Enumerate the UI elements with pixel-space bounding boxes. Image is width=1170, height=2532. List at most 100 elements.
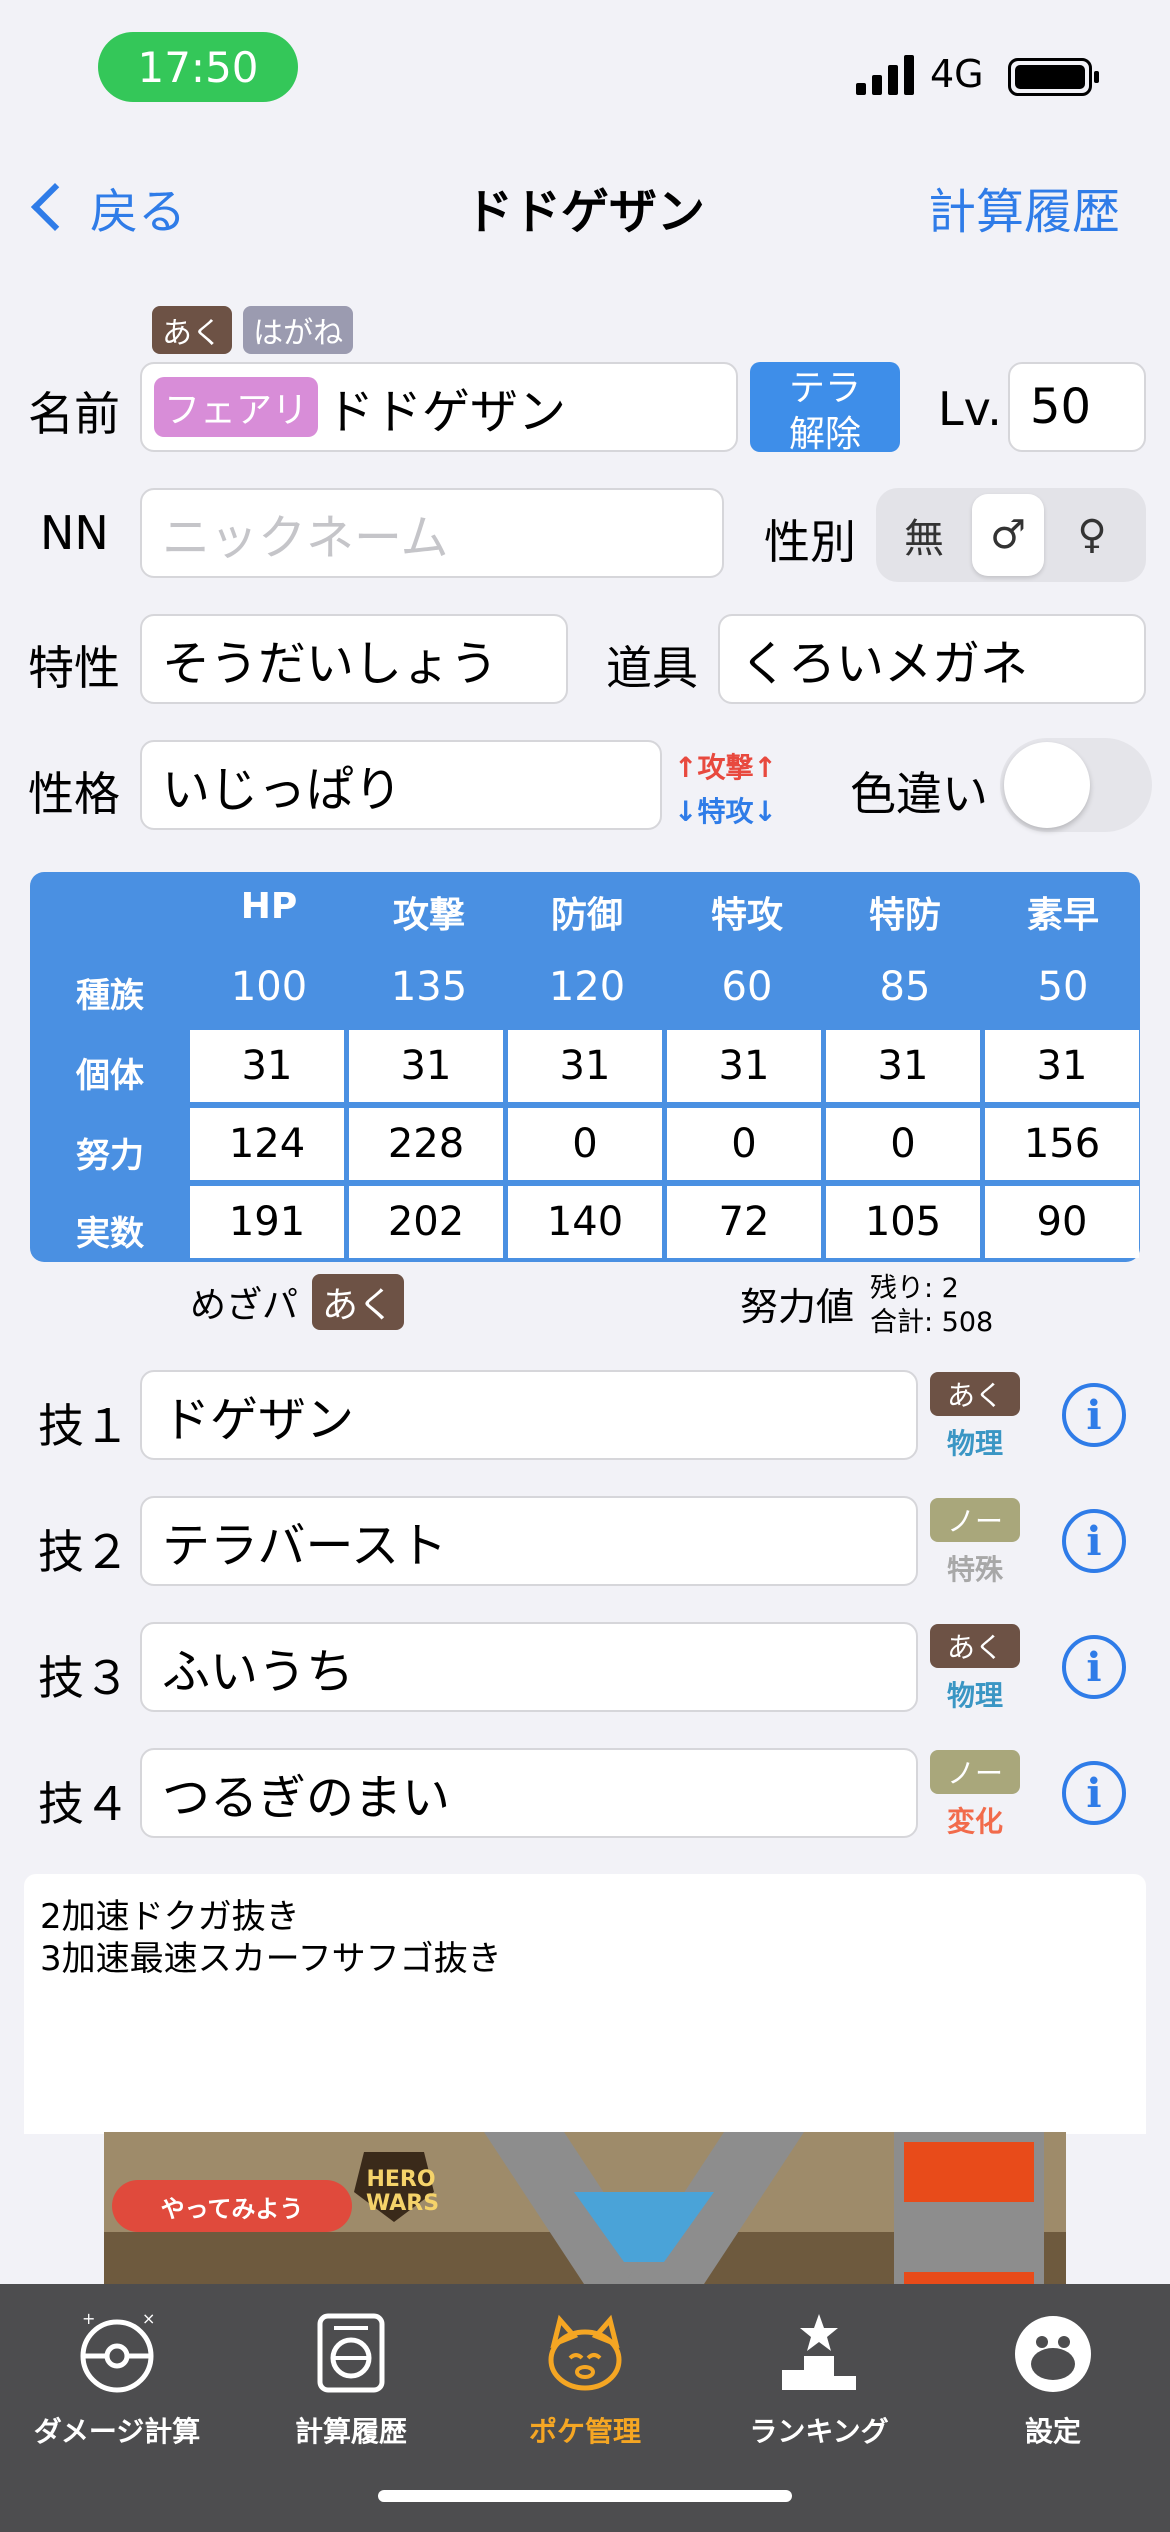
tera-button-line1: テラ <box>788 368 861 409</box>
stat-header-spe: 素早 <box>1026 895 1099 936</box>
ev-spa[interactable]: 0 <box>667 1108 821 1180</box>
tab-poke-manage[interactable]: ポケ管理 <box>468 2284 702 2450</box>
gender-none[interactable]: 無 <box>888 494 960 576</box>
gender-male[interactable]: ♂ <box>972 494 1044 576</box>
ad-logo-top: HERO <box>366 2167 436 2192</box>
row-label-iv: 個体 <box>76 1056 144 1096</box>
move-2-label: 技２ <box>38 1525 130 1579</box>
network-label: 4G <box>930 52 984 96</box>
tera-button-line2: 解除 <box>788 414 861 455</box>
hidden-power-label: めざパ <box>190 1285 299 1326</box>
move-1-category: 物理 <box>946 1427 1003 1460</box>
move-3-info-icon[interactable]: i <box>1062 1635 1126 1699</box>
name-value: ドドゲザン <box>326 384 567 440</box>
level-field[interactable]: 50 <box>1008 362 1146 452</box>
settings-icon <box>1015 2316 1091 2392</box>
gender-female[interactable]: ♀ <box>1056 494 1128 576</box>
shiny-toggle[interactable] <box>1000 738 1152 832</box>
iv-def[interactable]: 31 <box>508 1030 662 1102</box>
nature-label: 性格 <box>28 767 120 821</box>
ad-banner[interactable]: やってみよう HERO WARS <box>104 2132 1066 2284</box>
move-2-category: 特殊 <box>946 1553 1003 1586</box>
base-hp: 100 <box>230 964 308 1010</box>
history-button[interactable]: 計算履歴 <box>928 172 1120 242</box>
base-def: 120 <box>548 964 626 1010</box>
ev-def[interactable]: 0 <box>508 1108 662 1180</box>
row-label-ev: 努力 <box>76 1136 144 1176</box>
ev-atk[interactable]: 228 <box>349 1108 503 1180</box>
move-2-type-chip: ノー <box>930 1498 1020 1542</box>
stat-header-spd: 特防 <box>868 895 941 936</box>
actual-spe[interactable]: 90 <box>985 1186 1139 1258</box>
actual-spa[interactable]: 72 <box>667 1186 821 1258</box>
ability-field[interactable]: そうだいしょう <box>140 614 568 704</box>
move-1-field[interactable]: ドゲザン <box>140 1370 918 1460</box>
nickname-input[interactable]: ニックネーム <box>140 488 724 578</box>
tab-label-poke: ポケ管理 <box>528 2415 641 2448</box>
stat-header-atk: 攻撃 <box>392 895 465 936</box>
move-1-type-chip: あく <box>930 1372 1020 1416</box>
move-4-category: 変化 <box>946 1805 1003 1838</box>
ranking-icon <box>782 2314 856 2390</box>
ad-cta-button[interactable]: やってみよう <box>112 2180 352 2232</box>
history-icon <box>317 2313 385 2393</box>
actual-atk[interactable]: 202 <box>349 1186 503 1258</box>
move-2-info-icon[interactable]: i <box>1062 1509 1126 1573</box>
name-label: 名前 <box>28 387 120 441</box>
actual-def[interactable]: 140 <box>508 1186 662 1258</box>
move-4-info-icon[interactable]: i <box>1062 1761 1126 1825</box>
move-3-field[interactable]: ふいうち <box>140 1622 918 1712</box>
tera-release-button[interactable]: テラ 解除 <box>750 362 900 455</box>
move-3-label: 技３ <box>38 1651 130 1705</box>
type-chip-2: はがね <box>243 306 354 354</box>
tab-history[interactable]: 計算履歴 <box>234 2284 468 2450</box>
stat-header-spa: 特攻 <box>710 895 783 936</box>
move-2-field[interactable]: テラバースト <box>140 1496 918 1586</box>
calculator-ball-icon: + × <box>80 2309 155 2393</box>
item-label: 道具 <box>606 641 698 695</box>
item-field[interactable]: くろいメガネ <box>718 614 1146 704</box>
ev-hp[interactable]: 124 <box>190 1108 344 1180</box>
move-4-field[interactable]: つるぎのまい <box>140 1748 918 1838</box>
ad-logo-bottom: WARS <box>366 2191 440 2216</box>
tab-ranking[interactable]: ランキング <box>702 2284 936 2450</box>
tab-damage-calc[interactable]: + × ダメージ計算 <box>0 2284 234 2450</box>
svg-text:+: + <box>82 2309 95 2328</box>
move-1-info-icon[interactable]: i <box>1062 1383 1126 1447</box>
tab-label-damage: ダメージ計算 <box>33 2415 201 2448</box>
iv-spe[interactable]: 31 <box>985 1030 1139 1102</box>
home-indicator[interactable] <box>378 2490 792 2502</box>
stat-header-hp: HP <box>240 886 298 927</box>
row-label-actual: 実数 <box>76 1214 144 1254</box>
nature-down: ↓特攻↓ <box>674 795 777 828</box>
ev-spd[interactable]: 0 <box>826 1108 980 1180</box>
actual-spd[interactable]: 105 <box>826 1186 980 1258</box>
iv-hp[interactable]: 31 <box>190 1030 344 1102</box>
status-time: 17:50 <box>98 32 298 102</box>
ev-total: 合計: 508 <box>870 1307 994 1338</box>
nature-field[interactable]: いじっぱり <box>140 740 662 830</box>
stats-table: HP 攻撃 防御 特攻 特防 素早 種族 100 135 120 60 85 5… <box>30 872 1140 1262</box>
ev-spe[interactable]: 156 <box>985 1108 1139 1180</box>
shiny-label: 色違い <box>850 767 988 821</box>
tab-label-ranking: ランキング <box>749 2415 889 2448</box>
ability-label: 特性 <box>28 641 120 695</box>
tab-settings[interactable]: 設定 <box>936 2284 1170 2450</box>
hidden-power-type[interactable]: あく <box>312 1274 405 1330</box>
actual-hp[interactable]: 191 <box>190 1186 344 1258</box>
iv-spa[interactable]: 31 <box>667 1030 821 1102</box>
poke-manage-icon <box>548 2314 622 2391</box>
iv-spd[interactable]: 31 <box>826 1030 980 1102</box>
memo-textarea[interactable]: 2加速ドクガ抜き 3加速最速スカーフサフゴ抜き <box>24 1874 1146 2134</box>
move-1-label: 技１ <box>38 1399 130 1453</box>
tab-label-settings: 設定 <box>1024 2415 1081 2448</box>
move-1-type: あく 物理 <box>930 1372 1020 1462</box>
type-chips: あく はがね <box>152 306 354 354</box>
gender-segmented[interactable]: 無 ♂ ♀ <box>876 488 1146 582</box>
move-4-label: 技４ <box>38 1777 130 1831</box>
base-spd: 85 <box>879 964 931 1010</box>
iv-atk[interactable]: 31 <box>349 1030 503 1102</box>
name-field[interactable]: フェアリ ドドゲザン <box>140 362 738 452</box>
ev-label: 努力値 <box>740 1285 855 1329</box>
base-spe: 50 <box>1037 964 1089 1010</box>
